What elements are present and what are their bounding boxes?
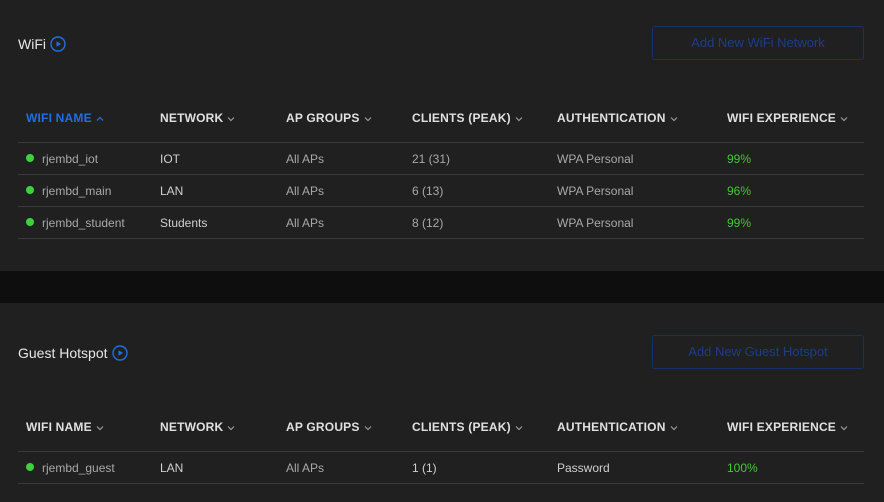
wifi-section: WiFi Add New WiFi Network WIFI NAME NETW… [0,0,884,271]
chevron-down-icon [670,116,678,122]
add-guest-hotspot-button[interactable]: Add New Guest Hotspot [652,335,864,369]
status-dot-icon [26,186,34,195]
column-header-network[interactable]: NETWORK [152,94,278,143]
wifi-experience-cell: 99% [719,142,864,175]
clients-cell: 6 (13) [404,174,549,207]
authentication-cell: Password [549,451,719,484]
wifi-name-cell: rjembd_student [18,206,152,239]
column-label: WIFI NAME [26,111,92,125]
wifi-name: rjembd_iot [42,151,99,166]
column-header-clients-peak[interactable]: CLIENTS (PEAK) [404,403,549,452]
ap-groups-cell: All APs [278,142,404,175]
wifi-name: rjembd_guest [42,460,115,475]
status-dot-icon [26,154,34,163]
chevron-down-icon [227,116,235,122]
wifi-experience-cell: 96% [719,174,864,207]
network-cell: IOT [152,142,278,175]
chevron-down-icon [515,116,523,122]
column-header-ap-groups[interactable]: AP GROUPS [278,94,404,143]
column-header-ap-groups[interactable]: AP GROUPS [278,403,404,452]
column-header-clients-peak[interactable]: CLIENTS (PEAK) [404,94,549,143]
column-label: NETWORK [160,420,224,434]
table-row[interactable]: rjembd_main LAN All APs 6 (13) WPA Perso… [18,174,864,207]
column-label: CLIENTS (PEAK) [412,420,511,434]
wifi-name-cell: rjembd_iot [18,142,152,175]
chevron-down-icon [670,425,678,431]
wifi-experience-cell: 100% [719,451,864,484]
wifi-table: WIFI NAME NETWORK AP GROUPS CLIENTS (PEA… [18,94,864,239]
chevron-down-icon [840,116,848,122]
clients-cell: 21 (31) [404,142,549,175]
wifi-name: rjembd_student [42,215,125,230]
clients-cell: 1 (1) [404,451,549,484]
authentication-cell: WPA Personal [549,142,719,175]
network-cell: LAN [152,451,278,484]
table-row[interactable]: rjembd_guest LAN All APs 1 (1) Password … [18,451,864,484]
guest-title-text: Guest Hotspot [18,345,108,361]
play-circle-icon[interactable] [111,345,128,361]
status-dot-icon [26,218,34,227]
table-header-row: WIFI NAME NETWORK AP GROUPS CLIENTS (PEA… [18,94,864,143]
column-label: CLIENTS (PEAK) [412,111,511,125]
column-label: WIFI EXPERIENCE [727,420,837,434]
ap-groups-cell: All APs [278,206,404,239]
ap-groups-cell: All APs [278,174,404,207]
column-header-wifi-experience[interactable]: WIFI EXPERIENCE [719,403,864,452]
guest-section-title: Guest Hotspot [18,345,128,361]
wifi-name-cell: rjembd_main [18,174,152,207]
wifi-name: rjembd_main [42,183,112,198]
column-label: AUTHENTICATION [557,111,666,125]
column-header-wifi-name[interactable]: WIFI NAME [18,403,152,452]
clients-cell: 8 (12) [404,206,549,239]
column-label: WIFI EXPERIENCE [727,111,837,125]
column-label: WIFI NAME [26,420,92,434]
chevron-down-icon [227,425,235,431]
guest-table: WIFI NAME NETWORK AP GROUPS CLIENTS (PEA… [18,403,864,484]
status-dot-icon [26,463,34,472]
wifi-name-cell: rjembd_guest [18,451,152,484]
column-header-wifi-experience[interactable]: WIFI EXPERIENCE [719,94,864,143]
column-header-wifi-name[interactable]: WIFI NAME [18,94,152,143]
chevron-down-icon [840,425,848,431]
column-header-network[interactable]: NETWORK [152,403,278,452]
play-circle-icon[interactable] [50,36,66,52]
column-label: AUTHENTICATION [557,420,666,434]
section-divider [0,271,884,303]
table-row[interactable]: rjembd_student Students All APs 8 (12) W… [18,206,864,239]
chevron-down-icon [515,425,523,431]
network-cell: LAN [152,174,278,207]
ap-groups-cell: All APs [278,451,404,484]
chevron-up-icon [96,116,104,121]
authentication-cell: WPA Personal [549,174,719,207]
add-wifi-network-button[interactable]: Add New WiFi Network [652,26,864,60]
column-header-authentication[interactable]: AUTHENTICATION [549,94,719,143]
column-header-authentication[interactable]: AUTHENTICATION [549,403,719,452]
column-label: AP GROUPS [286,420,360,434]
guest-hotspot-section: Guest Hotspot Add New Guest Hotspot WIFI… [0,303,884,502]
wifi-experience-cell: 99% [719,206,864,239]
network-cell: Students [152,206,278,239]
table-header-row: WIFI NAME NETWORK AP GROUPS CLIENTS (PEA… [18,403,864,452]
chevron-down-icon [364,425,372,431]
column-label: AP GROUPS [286,111,360,125]
table-row[interactable]: rjembd_iot IOT All APs 21 (31) WPA Perso… [18,142,864,175]
wifi-section-title: WiFi [18,36,66,52]
column-label: NETWORK [160,111,224,125]
wifi-title-text: WiFi [18,36,46,52]
chevron-down-icon [364,116,372,122]
chevron-down-icon [96,425,104,431]
authentication-cell: WPA Personal [549,206,719,239]
